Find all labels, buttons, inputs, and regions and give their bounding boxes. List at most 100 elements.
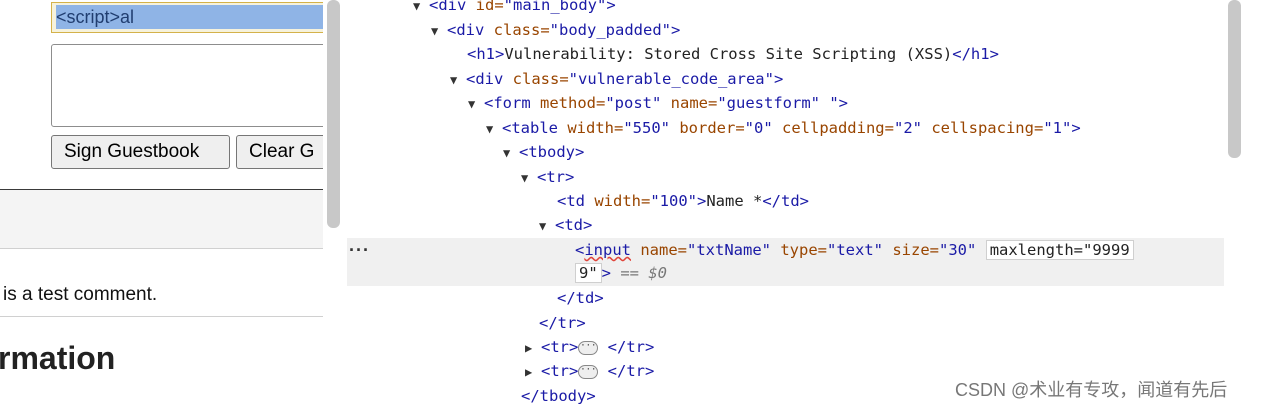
attr-value: "post" xyxy=(605,94,662,112)
attr-name: cellspacing= xyxy=(921,119,1044,137)
tag-close: > xyxy=(1071,119,1081,137)
attr-name: id= xyxy=(475,0,504,14)
tag-open: <tbody> xyxy=(519,143,585,161)
dom-node-input-selected[interactable]: <input name="txtName" type="text" size="… xyxy=(575,238,1134,262)
attr-name: name= xyxy=(661,94,718,112)
attr-value: "txtName" xyxy=(687,241,772,259)
clear-guestbook-button[interactable]: Clear G xyxy=(236,135,323,169)
tag-open: <div xyxy=(429,0,476,14)
tag-close: > xyxy=(671,21,681,39)
divider xyxy=(0,248,323,249)
console-ref-marker: $0 xyxy=(648,264,668,282)
dom-node-td-name[interactable]: <td width="100">Name *</td> xyxy=(557,189,809,213)
dom-node-tbody-close[interactable]: </tbody> xyxy=(521,384,596,408)
guestbook-entry-box xyxy=(0,190,323,248)
dom-node-h1[interactable]: <h1>Vulnerability: Stored Cross Site Scr… xyxy=(467,42,999,66)
tag-close: > xyxy=(697,192,707,210)
dom-node-body-padded[interactable]: ▼ <div class="body_padded"> xyxy=(431,18,680,42)
page-viewport: <script>al Sign Guestbook Clear G is a t… xyxy=(0,0,323,408)
dom-node-tr[interactable]: ▼ <tr> xyxy=(521,165,574,189)
expand-triangle-icon[interactable]: ▼ xyxy=(431,19,447,43)
row-menu-icon[interactable]: ··· xyxy=(349,240,370,261)
attr-name: class= xyxy=(512,70,569,88)
name-input-selected-text: <script>al xyxy=(56,5,323,29)
tag-close: > xyxy=(838,94,848,112)
tag-close: </h1> xyxy=(952,45,999,63)
expand-triangle-icon[interactable]: ▼ xyxy=(503,141,519,165)
attr-value: "vulnerable_code_area" xyxy=(568,70,774,88)
attr-value: "body_padded" xyxy=(549,21,671,39)
devtools-elements-panel: ··· ▼ <div id="main_body"> ▼ <div class="b… xyxy=(347,0,1261,408)
tag-close: </tr> xyxy=(607,362,655,380)
dom-node-main-body[interactable]: ▼ <div id="main_body"> xyxy=(413,0,616,17)
dom-node-table[interactable]: ▼ <table width="550" border="0" cellpaddi… xyxy=(486,116,1081,140)
tag-open: <div xyxy=(466,70,513,88)
name-input[interactable]: <script>al xyxy=(51,2,323,33)
collapsed-triangle-icon[interactable]: ▶ xyxy=(525,360,541,384)
node-text: Vulnerability: Stored Cross Site Scripti… xyxy=(504,45,953,63)
tag-open: <td> xyxy=(555,216,593,234)
tag-open: <tr> xyxy=(541,362,579,380)
tag-open: <table xyxy=(502,119,568,137)
tag-open: <tr> xyxy=(537,168,575,186)
attr-value: "2" xyxy=(893,119,922,137)
page-scrollbar[interactable] xyxy=(327,0,340,228)
attr-name: class= xyxy=(493,21,550,39)
tag-name: input xyxy=(584,241,632,259)
dom-node-tr-collapsed[interactable]: ▶ <tr> ··· </tr> xyxy=(525,335,654,359)
attr-name: width= xyxy=(594,192,651,210)
devtools-scrollbar[interactable] xyxy=(1228,0,1241,158)
tag-open: <tr> xyxy=(541,338,579,356)
expand-triangle-icon[interactable]: ▼ xyxy=(521,166,537,190)
attr-value: "1" xyxy=(1043,119,1072,137)
tag-open: <div xyxy=(447,21,494,39)
attr-value: "30" xyxy=(939,241,977,259)
attr-value: "guestform" xyxy=(717,94,820,112)
tag-close: > xyxy=(773,70,784,88)
expand-triangle-icon[interactable]: ▼ xyxy=(413,0,429,18)
attr-value: "text" xyxy=(827,241,884,259)
attr-value: "main_body" xyxy=(503,0,607,14)
dom-node-td-close[interactable]: </td> xyxy=(557,286,604,310)
editing-attribute-box[interactable]: maxlength="9999 xyxy=(985,240,1134,260)
attr-name: method= xyxy=(540,94,606,112)
attr-value: " xyxy=(819,94,839,112)
dom-node-vulnerable-code-area[interactable]: ▼ <div class="vulnerable_code_area"> xyxy=(450,67,783,91)
attr-value: "550" xyxy=(623,119,670,137)
tag-close: </td> xyxy=(557,289,604,307)
collapsed-triangle-icon[interactable]: ▶ xyxy=(525,336,541,360)
tag-open: <form xyxy=(484,94,540,112)
dom-node-tr-close[interactable]: </tr> xyxy=(539,311,586,335)
expand-triangle-icon[interactable]: ▼ xyxy=(539,214,555,238)
attr-value: "100" xyxy=(650,192,697,210)
equals-marker: == xyxy=(611,264,649,282)
tag-close: </tr> xyxy=(539,314,586,332)
more-information-heading: rmation xyxy=(0,340,116,376)
attr-name: size= xyxy=(883,241,940,259)
expand-triangle-icon[interactable]: ▼ xyxy=(486,117,502,141)
watermark: CSDN @术业有专攻，闻道有先后 xyxy=(955,380,1228,400)
tag-close: </tbody> xyxy=(521,387,596,405)
attr-name: border= xyxy=(670,119,745,137)
editing-attribute-box-continued[interactable]: 9" xyxy=(575,263,602,283)
tag-end: </td> xyxy=(762,192,810,210)
collapsed-content-pill[interactable]: ··· xyxy=(578,364,599,379)
dom-node-tbody[interactable]: ▼ <tbody> xyxy=(503,140,584,164)
tag-open: <h1> xyxy=(467,45,505,63)
tag-open: <td xyxy=(557,192,595,210)
collapsed-content-pill[interactable]: ··· xyxy=(578,340,599,355)
dom-node-td[interactable]: ▼ <td> xyxy=(539,213,592,237)
dom-node-tr-collapsed[interactable]: ▶ <tr> ··· </tr> xyxy=(525,359,654,383)
attr-name: type= xyxy=(771,241,828,259)
sign-guestbook-button[interactable]: Sign Guestbook xyxy=(51,135,230,169)
attr-name: width= xyxy=(567,119,624,137)
tag-close: > xyxy=(601,264,612,282)
attr-name: cellpadding= xyxy=(772,119,894,137)
guestbook-comment: is a test comment. xyxy=(3,284,158,305)
attr-name: name= xyxy=(631,241,688,259)
tag-close: </tr> xyxy=(607,338,655,356)
expand-triangle-icon[interactable]: ▼ xyxy=(450,68,466,92)
expand-triangle-icon[interactable]: ▼ xyxy=(468,92,484,116)
dom-node-form[interactable]: ▼ <form method="post" name="guestform" "> xyxy=(468,91,848,115)
message-textarea[interactable] xyxy=(51,44,323,127)
